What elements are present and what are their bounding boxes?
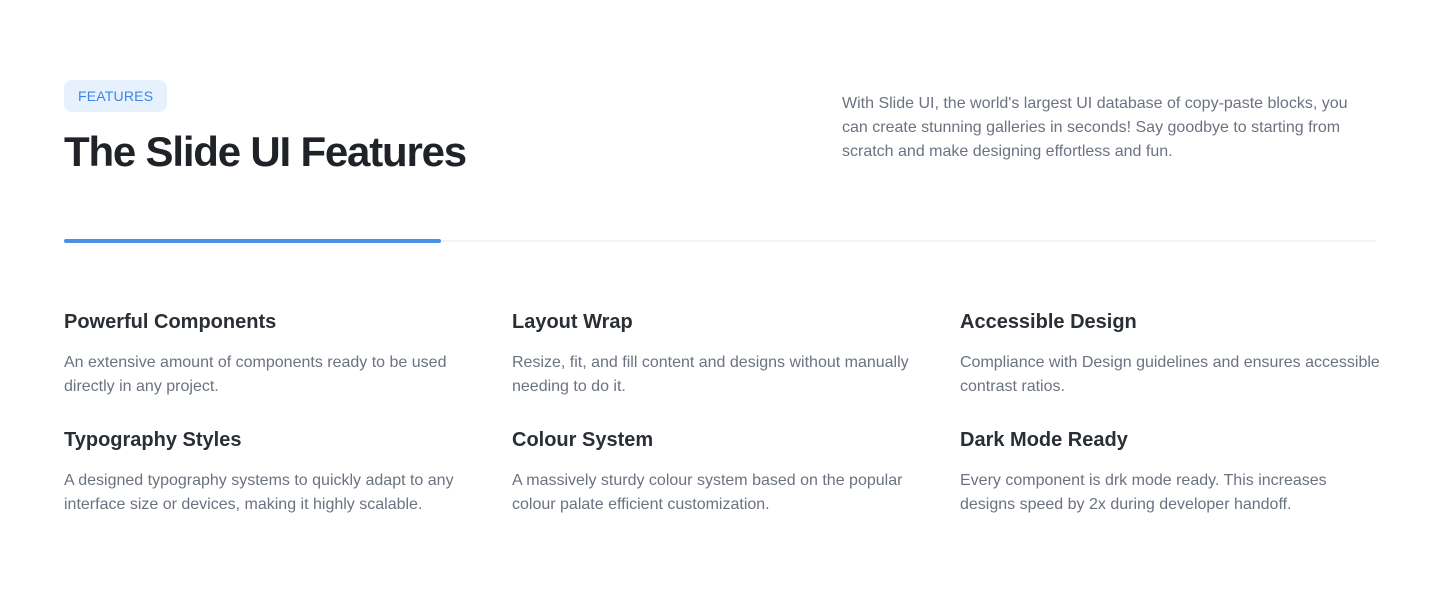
feature-title: Typography Styles bbox=[64, 429, 242, 451]
feature-description: An extensive amount of components ready … bbox=[64, 354, 447, 395]
feature-powerful-components: Powerful Components An extensive amount … bbox=[64, 309, 512, 399]
feature-typography-styles: Typography Styles A designed typography … bbox=[64, 427, 512, 517]
progress-fill bbox=[64, 239, 441, 243]
feature-description: A massively sturdy colour system based o… bbox=[512, 472, 903, 513]
feature-layout-wrap: Layout Wrap Resize, fit, and fill conten… bbox=[512, 309, 960, 399]
feature-description: Compliance with Design guidelines and en… bbox=[960, 354, 1380, 395]
feature-title: Dark Mode Ready bbox=[960, 429, 1128, 451]
feature-dark-mode-ready: Dark Mode Ready Every component is drk m… bbox=[960, 427, 1376, 517]
features-section: FEATURES The Slide UI Features With Slid… bbox=[64, 0, 1380, 605]
section-intro: With Slide UI, the world's largest UI da… bbox=[842, 95, 1348, 160]
section-title: The Slide UI Features bbox=[64, 128, 467, 175]
feature-description: Resize, fit, and fill content and design… bbox=[512, 354, 909, 395]
feature-title: Powerful Components bbox=[64, 311, 277, 333]
feature-accessible-design: Accessible Design Compliance with Design… bbox=[960, 309, 1380, 399]
feature-description: A designed typography systems to quickly… bbox=[64, 472, 454, 513]
features-progress-bar bbox=[64, 239, 1376, 243]
features-badge: FEATURES bbox=[64, 80, 168, 112]
feature-description: Every component is drk mode ready. This … bbox=[960, 472, 1327, 513]
features-grid: Powerful Components An extensive amount … bbox=[64, 309, 1380, 517]
feature-title: Colour System bbox=[512, 429, 654, 451]
feature-title: Layout Wrap bbox=[512, 311, 633, 333]
feature-colour-system: Colour System A massively sturdy colour … bbox=[512, 427, 960, 517]
feature-title: Accessible Design bbox=[960, 311, 1137, 333]
